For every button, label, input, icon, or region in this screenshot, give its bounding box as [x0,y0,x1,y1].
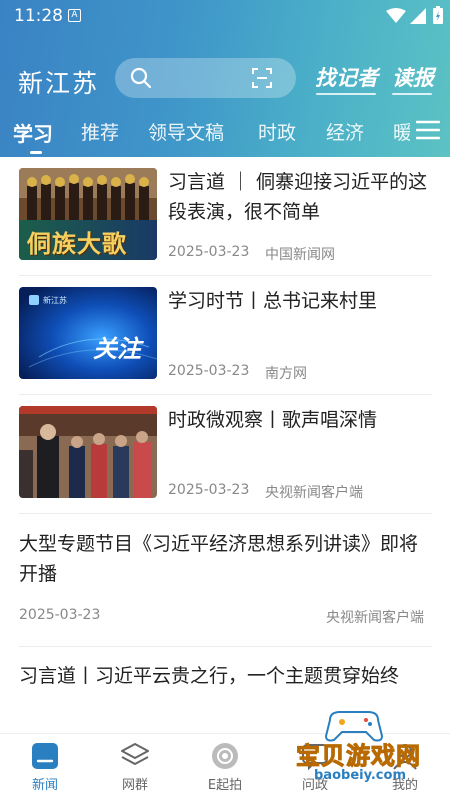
news-source: 南方网 [265,366,307,382]
tab-politics[interactable]: 时政 [258,118,296,145]
news-title[interactable]: 时政微观察丨歌声唱深情 [168,405,430,435]
channel-tabs: 学习 推荐 领导文稿 时政 经济 暖 [0,112,410,157]
status-bar: 11:28 A [0,0,450,32]
divider [19,275,432,276]
read-paper-decoration [392,93,432,95]
active-tab-indicator [30,151,42,154]
tab-more-partial[interactable]: 暖 [393,118,410,145]
nav-groups[interactable]: 网群 [90,734,180,800]
news-feed[interactable]: 侗族大歌 习言道 ｜ 侗寨迎接习近平的这段表演，很不简单 2025-03-23 … [0,157,450,733]
news-title[interactable]: 习言道丨习近平云贵之行，一个主题贯穿始终 [19,661,431,691]
image-caption: 关注 [93,335,141,363]
read-paper-button[interactable]: 读报 [392,62,434,92]
image-brand: 新江苏 [43,296,67,305]
nav-news-label: 新闻 [31,778,58,793]
news-date: 2025-03-23 [168,244,250,260]
menu-icon[interactable] [416,119,440,141]
tab-recommend[interactable]: 推荐 [81,118,119,145]
divider [19,646,432,647]
news-thumbnail[interactable] [19,406,157,498]
news-icon [32,743,58,769]
news-date: 2025-03-23 [168,482,250,498]
status-time: 11:28 [14,6,63,26]
tab-leader-articles[interactable]: 领导文稿 [148,118,224,145]
signal-icon [410,8,426,24]
site-watermark: 宝贝游戏网 baobeiy.com [296,708,436,788]
news-title[interactable]: 习言道 ｜ 侗寨迎接习近平的这段表演，很不简单 [168,167,430,227]
divider [19,513,432,514]
news-date: 2025-03-23 [19,607,101,623]
watermark-text: 宝贝游戏网 [296,742,421,771]
nav-news[interactable]: 新闻 [0,734,90,800]
camera-icon [212,743,238,769]
news-source: 央视新闻客户端 [326,610,424,626]
search-icon [130,67,152,89]
news-thumbnail[interactable]: 侗族大歌 [19,168,157,260]
news-thumbnail[interactable]: 新江苏 关注 [19,287,157,379]
notification-icon: A [68,9,81,22]
nav-e-shoot[interactable]: E起拍 [180,734,270,800]
wifi-icon [386,8,406,23]
tab-economy[interactable]: 经济 [326,118,364,145]
news-source: 央视新闻客户端 [265,485,363,501]
scan-icon[interactable] [251,67,273,89]
nav-e-shoot-label: E起拍 [207,778,243,793]
app-header: 11:28 A 新江苏 找记者 读报 学习 推荐 领导文稿 时政 经济 暖 [0,0,450,157]
divider [19,394,432,395]
tab-study[interactable]: 学习 [13,118,53,147]
news-date: 2025-03-23 [168,363,250,379]
news-source: 中国新闻网 [265,247,335,263]
watermark-url: baobeiy.com [314,768,406,783]
battery-icon [433,6,443,24]
news-title[interactable]: 学习时节丨总书记来村里 [168,286,430,316]
find-reporter-decoration [316,93,376,95]
crowd-photo [19,406,157,498]
find-reporter-button[interactable]: 找记者 [315,62,378,92]
image-caption: 侗族大歌 [27,229,127,258]
news-title[interactable]: 大型专题节目《习近平经济思想系列讲读》即将开播 [19,529,431,589]
nav-groups-label: 网群 [121,778,148,793]
search-bar[interactable] [115,58,296,98]
app-brand: 新江苏 [18,69,100,98]
layers-icon [121,743,149,765]
